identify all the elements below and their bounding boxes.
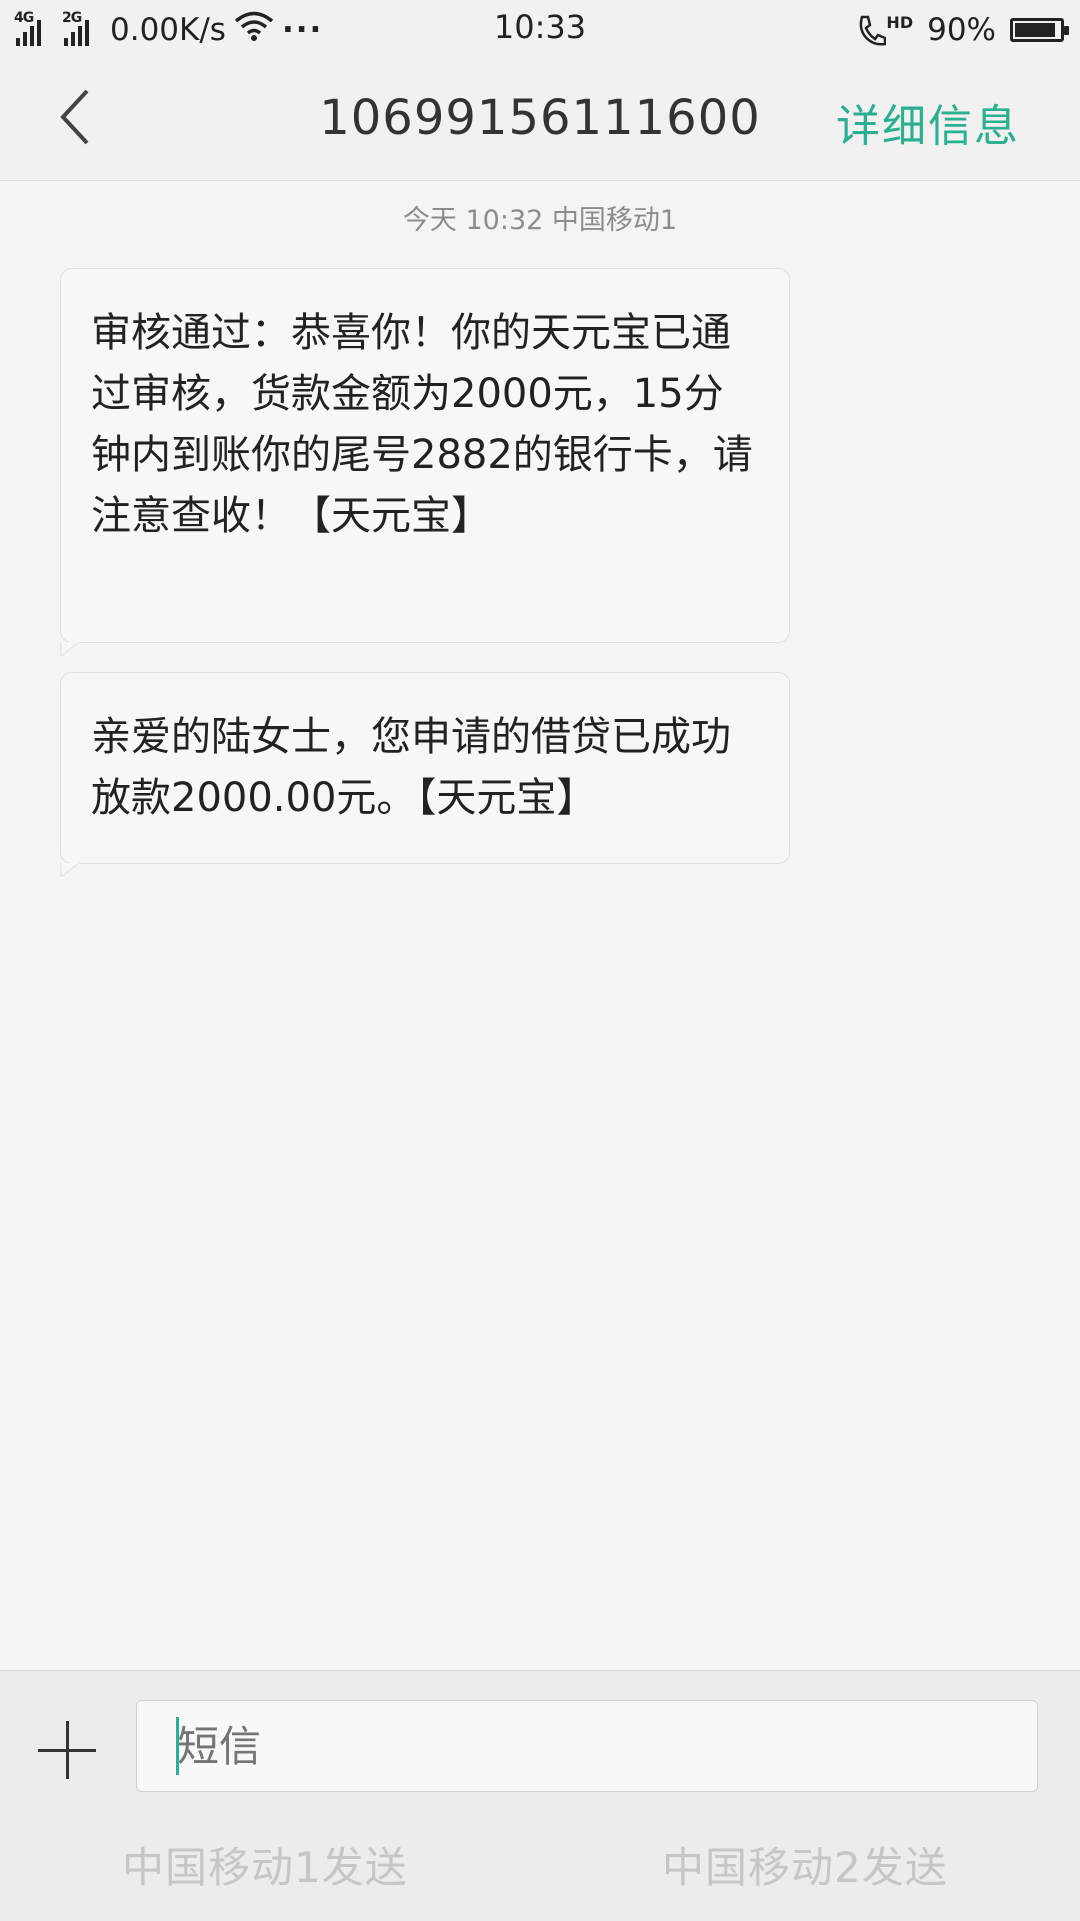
bubble-tail <box>60 642 80 656</box>
send-sim1-button[interactable]: 中国移动1发送 <box>122 1834 408 1895</box>
hd-call-icon: HD <box>856 13 913 47</box>
message-bubble[interactable]: 审核通过：恭喜你！你的天元宝已通过审核，货款金额为2000元，15分钟内到账你的… <box>60 268 790 656</box>
status-bar: 4G 2G 0.00K/s ··· 10:33 HD 90% <box>0 0 1080 56</box>
battery-level <box>1015 23 1055 37</box>
battery-icon <box>1010 18 1069 42</box>
battery-percent: 90% <box>927 12 996 48</box>
hd-badge: HD <box>886 13 914 32</box>
composer: 中国移动1发送 中国移动2发送 <box>0 1670 1080 1921</box>
sms-input[interactable] <box>136 1700 1038 1792</box>
plus-icon[interactable] <box>38 1721 96 1779</box>
bubble-tail <box>60 863 80 877</box>
send-sim2-button[interactable]: 中国移动2发送 <box>662 1834 948 1895</box>
text-caret <box>176 1717 179 1775</box>
conversation-header: 10699156111600 详细信息 <box>0 56 1080 181</box>
message-text: 亲爱的陆女士，您申请的借贷已成功放款2000.00元。【天元宝】 <box>91 714 731 821</box>
message-timestamp: 今天 10:32 中国移动1 <box>402 205 678 236</box>
status-right: HD 90% <box>856 8 1069 52</box>
details-button[interactable]: 详细信息 <box>836 90 1020 154</box>
message-text: 审核通过：恭喜你！你的天元宝已通过审核，货款金额为2000元，15分钟内到账你的… <box>91 310 753 539</box>
message-bubble[interactable]: 亲爱的陆女士，您申请的借贷已成功放款2000.00元。【天元宝】 <box>60 672 790 877</box>
